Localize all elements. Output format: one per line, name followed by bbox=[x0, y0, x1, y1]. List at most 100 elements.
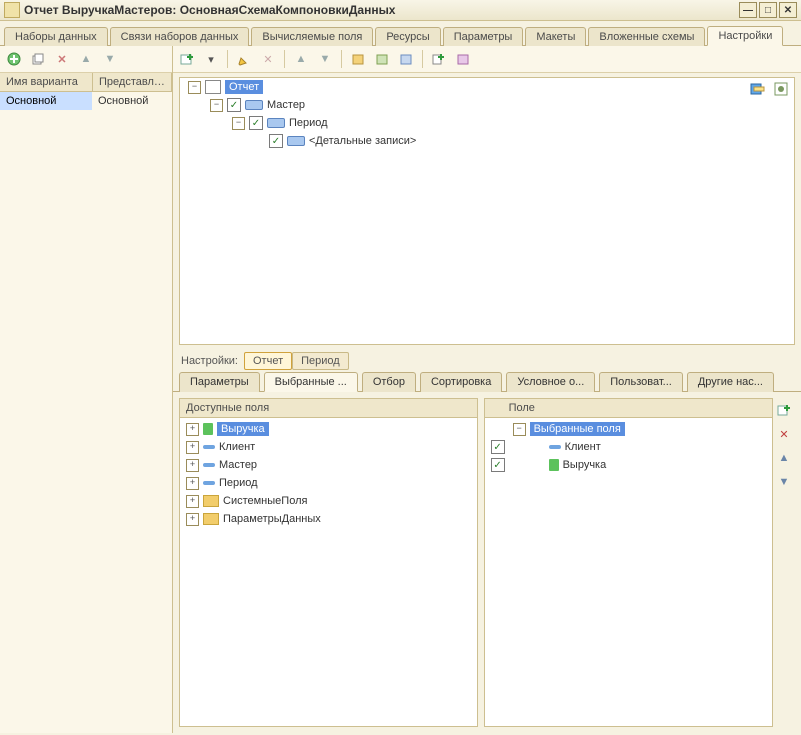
up-button[interactable]: ▲ bbox=[291, 49, 311, 69]
subtab-6[interactable]: Другие нас... bbox=[687, 372, 774, 392]
action3-button[interactable] bbox=[396, 49, 416, 69]
minimize-button[interactable]: — bbox=[739, 2, 757, 18]
expand-toggle[interactable]: − bbox=[513, 423, 526, 436]
add-field-button[interactable] bbox=[774, 400, 794, 420]
subtab-3[interactable]: Сортировка bbox=[420, 372, 502, 392]
field-down-button[interactable]: ▼ bbox=[774, 472, 794, 492]
variant-name: Основной bbox=[0, 92, 92, 110]
edit-button[interactable] bbox=[234, 49, 254, 69]
add-button[interactable] bbox=[4, 49, 24, 69]
action5-button[interactable] bbox=[453, 49, 473, 69]
variant-row[interactable]: ОсновнойОсновной bbox=[0, 92, 172, 110]
expand-toggle[interactable]: + bbox=[186, 441, 199, 454]
settings-toolbar: ▾ ✕ ▲ ▼ bbox=[173, 46, 801, 73]
report-structure-tree[interactable]: −Отчет−✓Мастер−✓Период✓<Детальные записи… bbox=[179, 77, 795, 345]
available-fields-panel: Доступные поля +Выручка+Клиент+Мастер+Пе… bbox=[179, 398, 478, 727]
checkbox[interactable]: ✓ bbox=[227, 98, 241, 112]
remove-field-button[interactable]: ✕ bbox=[774, 424, 794, 444]
main-tab-6[interactable]: Вложенные схемы bbox=[588, 27, 705, 46]
subtab-4[interactable]: Условное о... bbox=[506, 372, 595, 392]
dash-icon bbox=[203, 445, 215, 449]
subtab-2[interactable]: Отбор bbox=[362, 372, 416, 392]
field-up-button[interactable]: ▲ bbox=[774, 448, 794, 468]
breadcrumb-item[interactable]: Отчет bbox=[244, 352, 292, 370]
available-field-row[interactable]: + Выручка bbox=[180, 420, 477, 438]
tree-node-label: Период bbox=[289, 117, 328, 129]
field-icon bbox=[245, 100, 263, 110]
tree-tool1-icon[interactable] bbox=[748, 80, 766, 98]
breadcrumb-item[interactable]: Период bbox=[292, 352, 349, 370]
subtab-0[interactable]: Параметры bbox=[179, 372, 260, 392]
expand-toggle[interactable]: + bbox=[186, 459, 199, 472]
tree-node[interactable]: ✓ <Детальные записи> bbox=[180, 132, 794, 150]
expand-toggle[interactable]: − bbox=[188, 81, 201, 94]
selected-field-row[interactable]: ✓Клиент bbox=[485, 438, 772, 456]
selected-fields-title: Поле bbox=[485, 399, 772, 418]
available-field-row[interactable]: + ПараметрыДанных bbox=[180, 510, 477, 528]
checkbox[interactable]: ✓ bbox=[491, 458, 505, 472]
dash-icon bbox=[203, 463, 215, 467]
expand-toggle[interactable]: + bbox=[186, 477, 199, 490]
available-field-row[interactable]: + СистемныеПоля bbox=[180, 492, 477, 510]
main-tabstrip: Наборы данныхСвязи наборов данныхВычисля… bbox=[0, 21, 801, 46]
copy-button[interactable] bbox=[28, 49, 48, 69]
variants-toolbar: ✕ ▲ ▼ bbox=[0, 46, 172, 73]
money-icon bbox=[203, 423, 213, 435]
document-icon bbox=[205, 80, 221, 94]
field-icon bbox=[267, 118, 285, 128]
subtab-5[interactable]: Пользоват... bbox=[599, 372, 683, 392]
tree-node[interactable]: −Отчет bbox=[180, 78, 794, 96]
tree-node[interactable]: −✓ Период bbox=[180, 114, 794, 132]
field-label: Выручка bbox=[217, 422, 269, 436]
maximize-button[interactable]: □ bbox=[759, 2, 777, 18]
tree-node[interactable]: −✓Мастер bbox=[180, 96, 794, 114]
available-field-row[interactable]: +Мастер bbox=[180, 456, 477, 474]
checkbox[interactable]: ✓ bbox=[491, 440, 505, 454]
main-tab-1[interactable]: Связи наборов данных bbox=[110, 27, 250, 46]
checkbox[interactable]: ✓ bbox=[269, 134, 283, 148]
action2-button[interactable] bbox=[372, 49, 392, 69]
field-label: Клиент bbox=[219, 441, 255, 453]
action4-button[interactable] bbox=[429, 49, 449, 69]
settings-breadcrumb: Настройки: ОтчетПериод bbox=[173, 349, 801, 371]
selected-fields-panel: Поле −Выбранные поля✓Клиент✓Выручка bbox=[484, 398, 773, 727]
expand-toggle[interactable]: + bbox=[186, 423, 199, 436]
field-label: Выручка bbox=[563, 459, 607, 471]
move-down-button[interactable]: ▼ bbox=[100, 49, 120, 69]
main-tab-3[interactable]: Ресурсы bbox=[375, 27, 440, 46]
delete-button[interactable]: ✕ bbox=[52, 49, 72, 69]
expand-toggle[interactable]: − bbox=[210, 99, 223, 112]
main-tab-5[interactable]: Макеты bbox=[525, 27, 586, 46]
move-up-button[interactable]: ▲ bbox=[76, 49, 96, 69]
field-label: СистемныеПоля bbox=[223, 495, 307, 507]
tree-node-label: <Детальные записи> bbox=[309, 135, 416, 147]
main-tab-0[interactable]: Наборы данных bbox=[4, 27, 108, 46]
close-button[interactable]: ✕ bbox=[779, 2, 797, 18]
checkbox[interactable]: ✓ bbox=[249, 116, 263, 130]
available-field-row[interactable]: + Период bbox=[180, 474, 477, 492]
selected-field-row[interactable]: ✓ Выручка bbox=[485, 456, 772, 474]
expand-toggle[interactable]: + bbox=[186, 495, 199, 508]
main-tab-4[interactable]: Параметры bbox=[443, 27, 524, 46]
selected-root[interactable]: −Выбранные поля bbox=[485, 420, 772, 438]
main-tab-2[interactable]: Вычисляемые поля bbox=[251, 27, 373, 46]
variants-pane: ✕ ▲ ▼ Имя варианта Представле... Основно… bbox=[0, 46, 173, 733]
subtab-1[interactable]: Выбранные ... bbox=[264, 372, 358, 392]
available-field-row[interactable]: + Клиент bbox=[180, 438, 477, 456]
expand-toggle[interactable]: + bbox=[186, 513, 199, 526]
titlebar: Отчет ВыручкаМастеров: ОсновнаяСхемаКомп… bbox=[0, 0, 801, 21]
down-button[interactable]: ▼ bbox=[315, 49, 335, 69]
add-group-button[interactable] bbox=[177, 49, 197, 69]
tree-tool2-icon[interactable] bbox=[772, 80, 790, 98]
field-label: ПараметрыДанных bbox=[223, 513, 321, 525]
expand-toggle[interactable]: − bbox=[232, 117, 245, 130]
dropdown-icon[interactable]: ▾ bbox=[201, 49, 221, 69]
dash-icon bbox=[203, 481, 215, 485]
main-tab-7[interactable]: Настройки bbox=[707, 26, 783, 46]
field-label: Период bbox=[219, 477, 258, 489]
col-variant-repr: Представле... bbox=[93, 73, 172, 91]
delete2-button[interactable]: ✕ bbox=[258, 49, 278, 69]
fields-area: Доступные поля +Выручка+Клиент+Мастер+Пе… bbox=[173, 392, 801, 733]
settings-subtabs: ПараметрыВыбранные ...ОтборСортировкаУсл… bbox=[173, 371, 801, 392]
action1-button[interactable] bbox=[348, 49, 368, 69]
